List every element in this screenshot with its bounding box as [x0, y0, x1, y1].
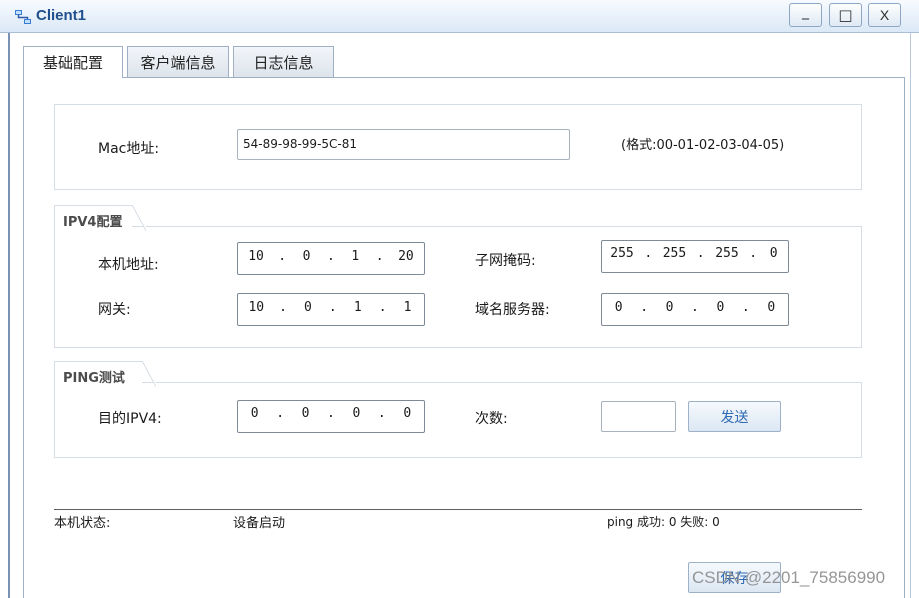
mac-format-hint: (格式:00-01-02-03-04-05) [621, 138, 785, 153]
ip-octet: 255 [662, 246, 687, 261]
watermark: CSDN @2201_75856990 [692, 568, 886, 587]
ip-dot: . [278, 249, 287, 264]
ip-octet: 10 [248, 300, 265, 315]
ip-octet: 0 [769, 246, 778, 261]
ip-octet: 0 [352, 406, 361, 421]
ping-test-title: PING测试 [63, 371, 125, 386]
ip-octet: 0 [614, 300, 623, 315]
local-ip-input[interactable]: 10. 0. 1. 20 [237, 242, 425, 275]
ip-dot: . [741, 300, 750, 315]
ip-octet: 0 [301, 406, 310, 421]
ip-octet: 255 [610, 246, 634, 261]
send-button-label: 发送 [720, 409, 749, 426]
dns-server-input[interactable]: 0. 0. 0. 0 [601, 293, 789, 326]
tab-client-info[interactable]: 客户端信息 [127, 46, 229, 77]
window-frame-left [8, 33, 10, 598]
ip-octet: 0 [665, 300, 674, 315]
maximize-button[interactable]: □ [829, 3, 862, 27]
ip-octet: 10 [248, 249, 264, 264]
ip-dot: . [327, 406, 335, 421]
ip-octet: 0 [767, 300, 776, 315]
local-ip-label: 本机地址: [98, 257, 159, 273]
tab-label: 日志信息 [253, 53, 314, 72]
ip-octet: 0 [302, 249, 311, 264]
subnet-mask-label: 子网掩码: [475, 253, 536, 269]
ip-dot: . [378, 300, 387, 315]
network-client-icon [15, 10, 31, 24]
ip-octet: 1 [351, 249, 360, 264]
maximize-icon: □ [838, 6, 853, 24]
ip-octet: 20 [398, 249, 414, 264]
ip-octet: 0 [403, 406, 412, 421]
minimize-button[interactable]: _ [789, 3, 822, 27]
ip-dot: . [327, 249, 335, 264]
ip-octet: 1 [403, 300, 412, 315]
ip-dot: . [328, 300, 337, 315]
tab-label: 客户端信息 [140, 53, 216, 72]
ping-test-group-title: PING测试 [54, 361, 156, 387]
dns-server-label: 域名服务器: [475, 302, 550, 318]
ping-result-summary: ping 成功: 0 失败: 0 [607, 515, 720, 529]
status-divider [54, 509, 862, 510]
ip-dot: . [691, 300, 699, 315]
tab-label: 基础配置 [42, 54, 103, 72]
ip-dot: . [696, 246, 705, 261]
subnet-mask-input[interactable]: 255. 255. 255. 0 [601, 240, 789, 273]
ip-dot: . [279, 300, 287, 315]
ipv4-config-group-title: IPV4配置 [54, 205, 146, 231]
tab-log-info[interactable]: 日志信息 [233, 46, 334, 77]
close-icon: X [879, 7, 890, 23]
window-frame-right [910, 33, 911, 598]
ip-octet: 0 [716, 300, 725, 315]
ip-dot: . [644, 246, 653, 261]
device-status-label: 本机状态: [54, 516, 111, 531]
send-button[interactable]: 发送 [688, 401, 781, 432]
ip-dot: . [276, 406, 285, 421]
ping-count-input[interactable] [601, 401, 676, 432]
target-ipv4-label: 目的IPV4: [98, 411, 162, 427]
ipv4-config-title: IPV4配置 [63, 215, 123, 230]
ping-count-label: 次数: [475, 411, 508, 427]
window-title: Client1 [36, 7, 87, 24]
ip-dot: . [377, 406, 386, 421]
ip-dot: . [640, 300, 649, 315]
ip-octet: 255 [715, 246, 739, 261]
tab-basic-config[interactable]: 基础配置 [23, 46, 123, 78]
mac-label: Mac地址: [98, 141, 160, 157]
ip-dot: . [375, 249, 384, 264]
ip-octet: 0 [250, 406, 259, 421]
mac-address-value: 54-89-98-99-5C-81 [243, 137, 358, 151]
ip-octet: 1 [353, 300, 362, 315]
ip-dot: . [749, 246, 758, 261]
ip-octet: 0 [304, 300, 312, 315]
close-button[interactable]: X [868, 3, 901, 27]
minimize-icon: _ [802, 4, 809, 20]
gateway-label: 网关: [98, 302, 131, 318]
target-ipv4-input[interactable]: 0. 0. 0. 0 [237, 400, 425, 433]
mac-address-input[interactable]: 54-89-98-99-5C-81 [237, 129, 570, 160]
device-status-value: 设备启动 [233, 516, 286, 531]
gateway-input[interactable]: 10. 0. 1. 1 [237, 293, 425, 326]
window-titlebar[interactable]: Client1 _ □ X [0, 0, 919, 33]
